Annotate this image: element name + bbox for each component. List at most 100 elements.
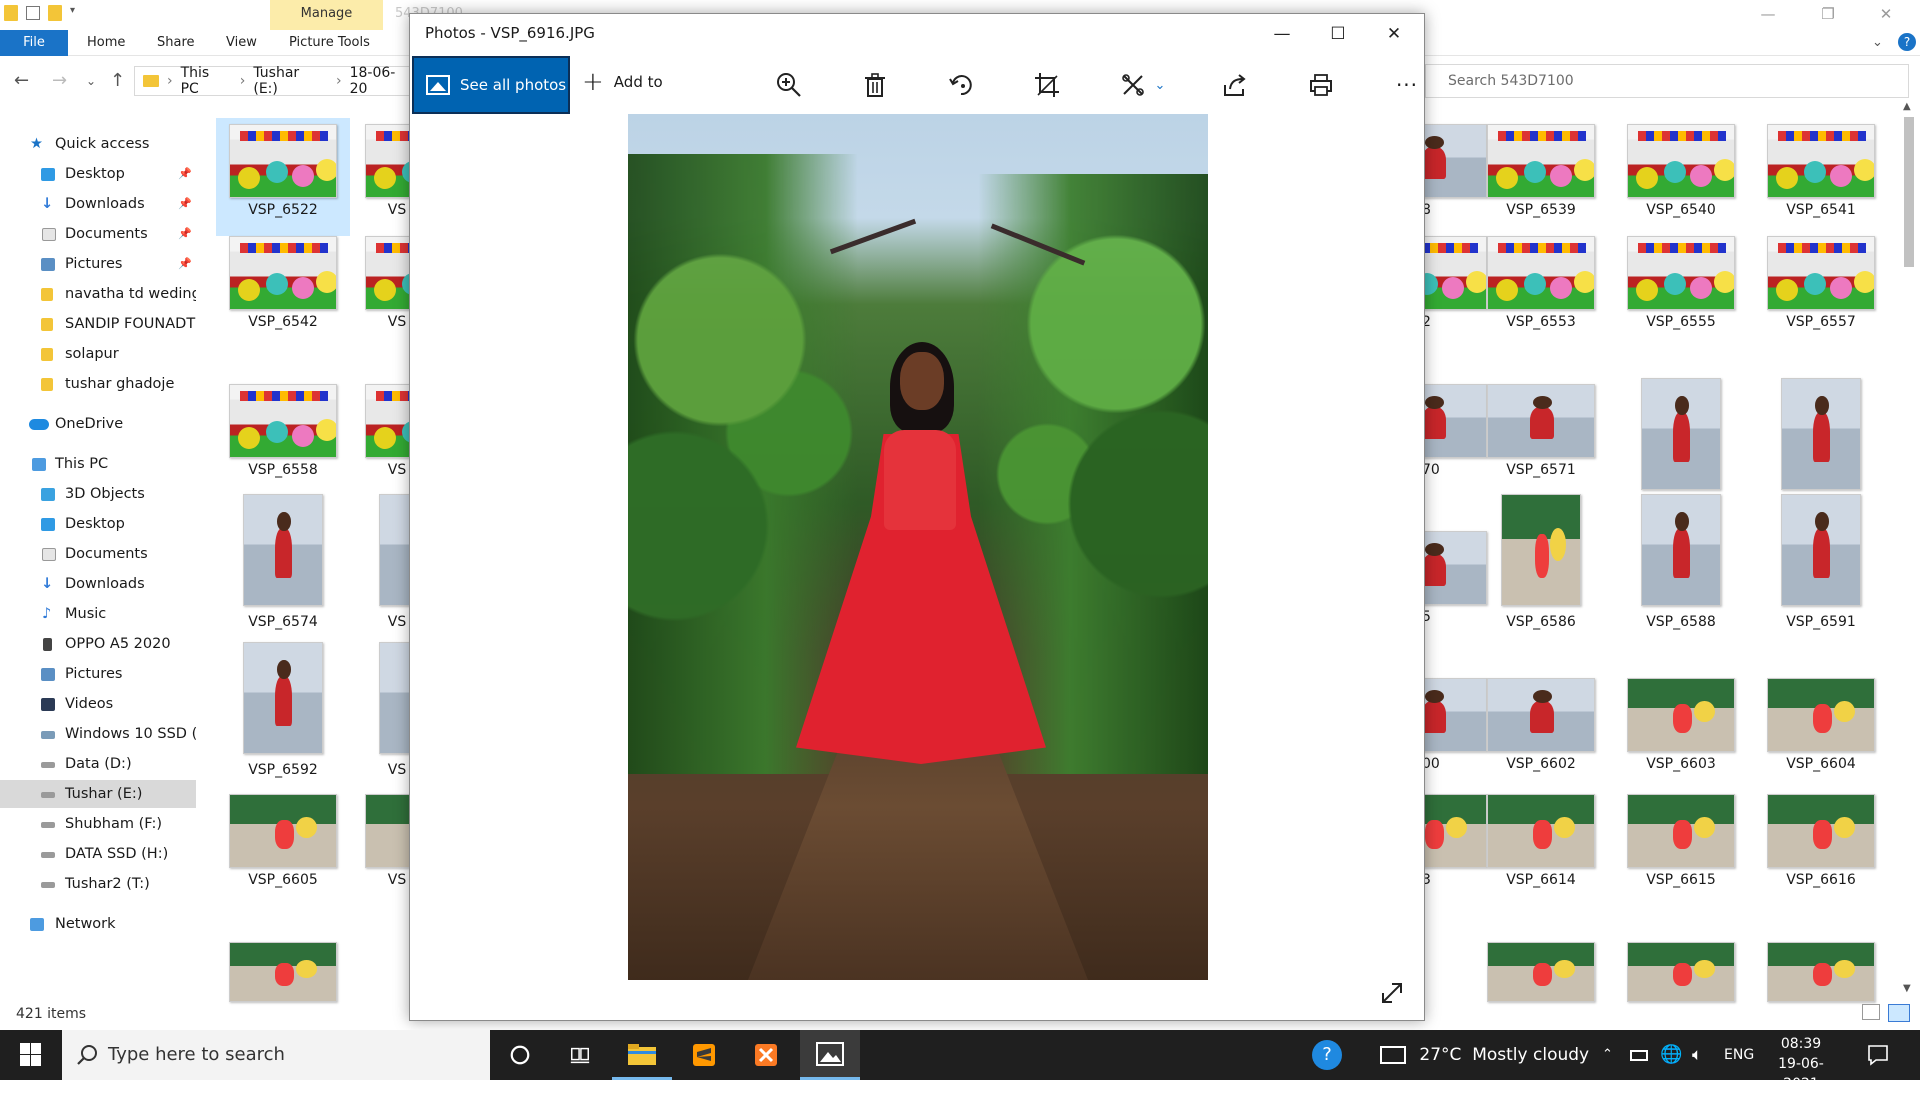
minimize-icon[interactable]: — — [1254, 14, 1310, 54]
tab-view[interactable]: View — [226, 30, 257, 56]
edit-create-icon[interactable] — [1116, 68, 1150, 102]
breadcrumb-folder[interactable]: 18-06-20 — [350, 65, 413, 97]
properties-icon[interactable] — [26, 6, 40, 20]
weather-widget[interactable]: 27°C Mostly cloudy — [1380, 1030, 1589, 1080]
recent-locations-icon[interactable]: ⌄ — [86, 74, 96, 88]
chevron-down-icon[interactable]: ⌄ — [1150, 68, 1170, 102]
nav-network[interactable]: Network — [0, 910, 196, 938]
file-thumbnail[interactable]: VSP_6573 — [1754, 378, 1888, 514]
nav-videos[interactable]: Videos — [0, 690, 196, 718]
file-thumbnail[interactable]: VSP_6572 — [1614, 378, 1748, 514]
full-screen-icon[interactable] — [1378, 979, 1406, 1007]
tab-home[interactable]: Home — [87, 30, 125, 56]
taskbar-search-box[interactable]: Type here to search — [62, 1030, 490, 1080]
file-thumbnail[interactable]: VSP_6553 — [1474, 230, 1608, 348]
file-thumbnail[interactable]: VSP_6588 — [1614, 494, 1748, 630]
nav-pc-pictures[interactable]: Pictures — [0, 660, 196, 688]
file-thumbnail[interactable]: VSP_6574 — [216, 494, 350, 630]
tab-file[interactable]: File — [0, 30, 68, 56]
nav-pc-desktop[interactable]: Desktop — [0, 510, 196, 538]
windows-start-icon[interactable] — [10, 1042, 50, 1068]
print-icon[interactable] — [1304, 68, 1338, 102]
nav-folder-solapur[interactable]: solapur — [0, 340, 196, 368]
nav-this-pc[interactable]: This PC — [0, 450, 196, 478]
file-thumbnail[interactable]: VSP_6615 — [1614, 788, 1748, 906]
manage-context-tab[interactable]: Manage — [270, 0, 383, 30]
nav-drive-c[interactable]: Windows 10 SSD (C — [0, 720, 196, 748]
nav-folder-navatha[interactable]: navatha td weding — [0, 280, 196, 308]
share-icon[interactable] — [1218, 68, 1252, 102]
file-thumbnail[interactable]: VSP_6591 — [1754, 494, 1888, 630]
nav-quick-access[interactable]: ★ Quick access — [0, 130, 196, 158]
file-thumbnail[interactable]: VSP_6571 — [1474, 378, 1608, 496]
file-thumbnail[interactable]: VSP_6602 — [1474, 672, 1608, 790]
vertical-scrollbar[interactable]: ▲ ▼ — [1900, 101, 1918, 1005]
nav-pc-documents[interactable]: Documents — [0, 540, 196, 568]
battery-icon[interactable] — [1630, 1030, 1648, 1080]
close-icon[interactable]: ✕ — [1858, 0, 1914, 30]
help-tray-icon[interactable]: ? — [1312, 1030, 1342, 1080]
file-thumbnail[interactable]: VSP_6557 — [1754, 230, 1888, 348]
up-icon[interactable]: ↑ — [110, 70, 125, 91]
help-icon[interactable]: ? — [1898, 30, 1916, 56]
notification-icon[interactable] — [1866, 1030, 1890, 1080]
pin-icon[interactable]: 📌 — [178, 160, 192, 188]
nav-drive-d[interactable]: Data (D:) — [0, 750, 196, 778]
more-options-icon[interactable]: ··· — [1390, 68, 1424, 102]
pin-icon[interactable]: 📌 — [178, 250, 192, 278]
file-thumbnail[interactable]: VSP_6604 — [1754, 672, 1888, 790]
volume-icon[interactable]: 🔈︎ — [1692, 1030, 1702, 1080]
file-explorer-taskbar-icon[interactable] — [612, 1030, 672, 1080]
forward-icon[interactable]: → — [52, 70, 67, 91]
nav-3d-objects[interactable]: 3D Objects — [0, 480, 196, 508]
file-thumbnail[interactable]: VSP_6541 — [1754, 118, 1888, 236]
clock[interactable]: 08:39 19-06-2021 — [1762, 1034, 1840, 1094]
network-globe-icon[interactable]: 🌐 — [1660, 1030, 1682, 1080]
delete-icon[interactable] — [858, 68, 892, 102]
file-thumbnail[interactable]: VSP_6542 — [216, 230, 350, 348]
cortana-icon[interactable] — [490, 1030, 550, 1080]
displayed-photo[interactable] — [628, 114, 1208, 980]
file-thumbnail[interactable]: VSP_6605 — [216, 788, 350, 906]
file-thumbnail[interactable]: VSP_6539 — [1474, 118, 1608, 236]
show-hidden-icons-icon[interactable]: ⌃ — [1602, 1030, 1613, 1080]
back-icon[interactable]: ← — [14, 70, 29, 91]
file-thumbnail[interactable] — [1614, 936, 1748, 1006]
nav-folder-sandip[interactable]: SANDIP FOUNADTIO — [0, 310, 196, 338]
nav-documents[interactable]: Documents 📌 — [0, 220, 196, 248]
nav-drive-e[interactable]: Tushar (E:) — [0, 780, 196, 808]
file-thumbnail[interactable]: VSP_6586 — [1474, 494, 1608, 630]
sublime-text-icon[interactable] — [674, 1030, 734, 1080]
crop-icon[interactable] — [1030, 68, 1064, 102]
file-thumbnail[interactable]: VSP_6616 — [1754, 788, 1888, 906]
nav-drive-h[interactable]: DATA SSD (H:) — [0, 840, 196, 868]
expand-ribbon-icon[interactable]: ⌄ — [1872, 30, 1883, 56]
file-thumbnail[interactable]: VSP_6592 — [216, 642, 350, 778]
nav-pictures[interactable]: Pictures 📌 — [0, 250, 196, 278]
maximize-icon[interactable]: ☐ — [1310, 14, 1366, 54]
photos-taskbar-icon[interactable] — [800, 1030, 860, 1080]
details-view-icon[interactable] — [1862, 1004, 1880, 1020]
task-view-icon[interactable] — [550, 1030, 610, 1080]
breadcrumb-drive[interactable]: Tushar (E:) — [253, 65, 328, 97]
scroll-up-icon[interactable]: ▲ — [1903, 101, 1911, 112]
rotate-icon[interactable] — [944, 68, 978, 102]
file-thumbnail[interactable]: VSP_6540 — [1614, 118, 1748, 236]
file-thumbnail[interactable] — [1754, 936, 1888, 1006]
nav-music[interactable]: ♪ Music — [0, 600, 196, 628]
nav-downloads[interactable]: ↓ Downloads 📌 — [0, 190, 196, 218]
nav-drive-f[interactable]: Shubham (F:) — [0, 810, 196, 838]
file-thumbnail[interactable]: VSP_6603 — [1614, 672, 1748, 790]
zoom-in-icon[interactable] — [772, 68, 806, 102]
add-to-button[interactable]: + Add to — [582, 69, 663, 95]
pin-icon[interactable]: 📌 — [178, 190, 192, 218]
language-indicator[interactable]: ENG — [1724, 1030, 1754, 1080]
customize-qat-icon[interactable]: ▾ — [70, 5, 84, 21]
file-thumbnail[interactable]: VSP_6522 — [216, 118, 350, 236]
new-folder-icon[interactable] — [48, 5, 62, 21]
file-thumbnail[interactable]: VSP_6614 — [1474, 788, 1608, 906]
pin-icon[interactable]: 📌 — [178, 220, 192, 248]
large-icons-view-icon[interactable] — [1888, 1004, 1910, 1022]
see-all-photos-button[interactable]: See all photos — [412, 56, 570, 114]
close-icon[interactable]: ✕ — [1366, 14, 1422, 54]
